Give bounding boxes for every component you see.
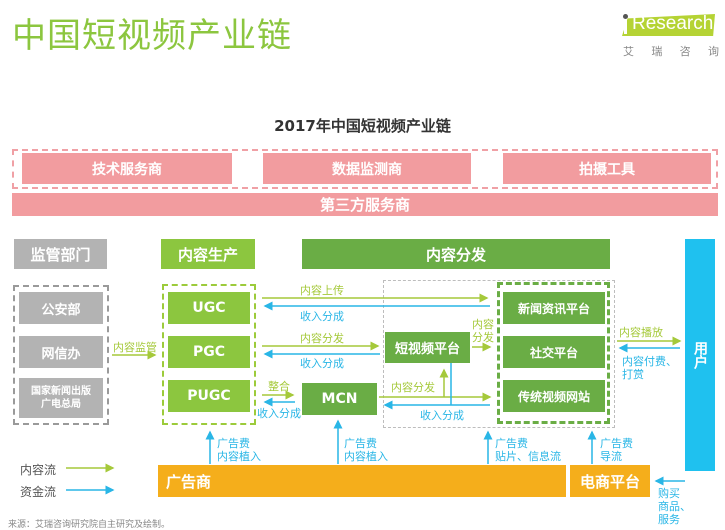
label-purchase: 购买 商品、 服务 [658, 487, 691, 526]
label-line: 内容植入 [344, 450, 388, 463]
mcn-box: MCN [302, 383, 377, 415]
regulator-sapprft-line2: 广电总局 [41, 399, 81, 410]
label-content-supervision: 内容监管 [113, 341, 157, 354]
data-monitoring-provider: 数据监测商 [263, 153, 471, 184]
label-content-distribute-2: 内容 分发 [472, 318, 494, 344]
production-heading: 内容生产 [161, 239, 255, 269]
page-title: 中国短视频产业链 [12, 16, 292, 56]
label-ad-fee-1: 广告费 内容植入 [217, 437, 261, 463]
label-content-pay: 内容付费、 打赏 [622, 355, 677, 381]
label-line: 内容植入 [217, 450, 261, 463]
tech-service-provider: 技术服务商 [22, 153, 232, 184]
label-ad-fee-2: 广告费 内容植入 [344, 437, 388, 463]
logo-sub-char: 瑞 [651, 45, 663, 58]
label-line: 内容付费、 [622, 355, 677, 368]
user-bar: 用户 [685, 239, 715, 471]
logo-i-glyph [624, 19, 627, 34]
traditional-video-site-box: 传统视频网站 [503, 380, 605, 412]
logo-brand: Research [632, 13, 714, 34]
ecommerce-platform-box: 电商平台 [570, 465, 650, 497]
label-line: 内容 [472, 318, 494, 331]
label-content-play: 内容播放 [619, 326, 663, 339]
logo-sub-char: 询 [707, 45, 719, 58]
legend-content-flow: 内容流 [20, 463, 57, 477]
label-revenue-share-1: 收入分成 [300, 310, 344, 323]
advertiser-bar: 广告商 [158, 465, 566, 497]
diagram-title: 2017年中国短视频产业链 [274, 117, 451, 135]
label-line: 广告费 [600, 437, 633, 450]
label-content-distribute-1: 内容分发 [300, 332, 344, 345]
regulator-cac: 网信办 [19, 336, 103, 368]
pgc-box: PGC [168, 336, 250, 368]
label-ad-fee-3: 广告费 贴片、信息流 [495, 437, 561, 463]
label-line: 贴片、信息流 [495, 450, 561, 463]
label-line: 商品、 [658, 500, 691, 513]
regulator-sapprft: 国家新闻出版 广电总局 [19, 378, 103, 418]
regulator-ministry-public-security: 公安部 [19, 292, 103, 324]
regulator-sapprft-line1: 国家新闻出版 [31, 386, 91, 397]
label-line: 导流 [600, 450, 622, 463]
label-revenue-share-2: 收入分成 [300, 357, 344, 370]
distribution-heading: 内容分发 [302, 239, 610, 269]
label-integrate: 整合 [268, 380, 290, 393]
legend-money-flow: 资金流 [20, 485, 57, 499]
label-line: 服务 [658, 513, 680, 526]
logo-sub-char: 艾 [623, 45, 634, 58]
logo-subtitle: 艾 瑞 咨 询 [623, 43, 719, 59]
ugc-box: UGC [168, 292, 250, 324]
label-line: 广告费 [217, 437, 250, 450]
label-line: 打赏 [622, 368, 644, 381]
label-content-distribute-3: 内容分发 [391, 381, 435, 394]
label-revenue-share-4: 收入分成 [420, 409, 464, 422]
label-line: 广告费 [495, 437, 528, 450]
pugc-box: PUGC [168, 380, 250, 412]
regulators-heading: 监管部门 [14, 239, 107, 269]
label-ad-fee-4: 广告费 导流 [600, 437, 633, 463]
shooting-tools: 拍摄工具 [503, 153, 711, 184]
source-note: 来源：艾瑞咨询研究院自主研究及绘制。 [8, 520, 171, 530]
label-line: 广告费 [344, 437, 377, 450]
third-party-service-providers: 第三方服务商 [12, 193, 718, 216]
news-platform-box: 新闻资讯平台 [503, 292, 605, 324]
logo-sub-char: 咨 [679, 45, 691, 58]
label-line: 分发 [472, 331, 494, 344]
short-video-platform-box: 短视频平台 [385, 332, 470, 363]
label-line: 购买 [658, 487, 680, 500]
label-revenue-share-3: 收入分成 [257, 407, 301, 420]
label-content-upload: 内容上传 [300, 284, 344, 297]
social-platform-box: 社交平台 [503, 336, 605, 368]
